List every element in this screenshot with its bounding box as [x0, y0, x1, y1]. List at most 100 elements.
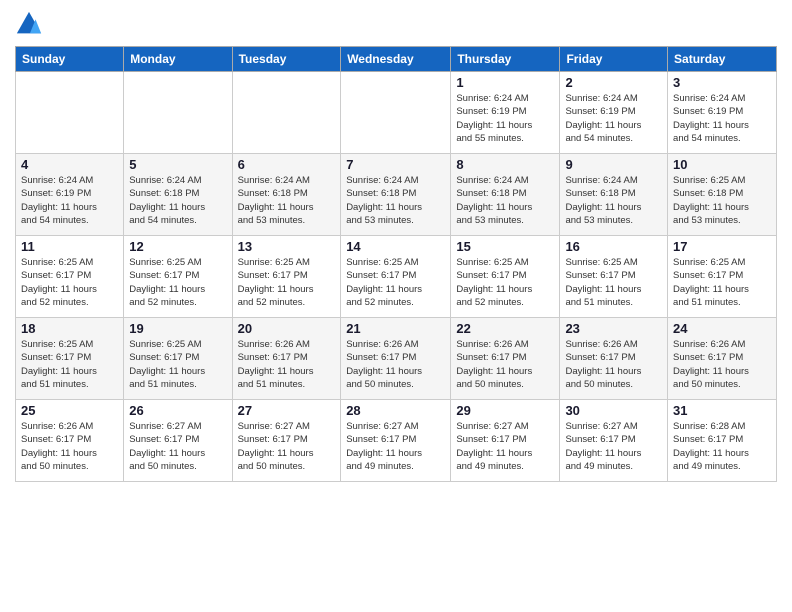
day-number: 12 — [129, 239, 226, 254]
calendar-cell: 1 Sunrise: 6:24 AMSunset: 6:19 PMDaylight… — [451, 72, 560, 154]
calendar-cell: 2 Sunrise: 6:24 AMSunset: 6:19 PMDaylight… — [560, 72, 668, 154]
calendar-cell: 4 Sunrise: 6:24 AMSunset: 6:19 PMDaylight… — [16, 154, 124, 236]
day-number: 18 — [21, 321, 118, 336]
day-info: Sunrise: 6:25 AMSunset: 6:17 PMDaylight:… — [129, 256, 226, 309]
day-info: Sunrise: 6:24 AMSunset: 6:18 PMDaylight:… — [238, 174, 336, 227]
day-number: 9 — [565, 157, 662, 172]
calendar-cell: 19 Sunrise: 6:25 AMSunset: 6:17 PMDayligh… — [124, 318, 232, 400]
day-info: Sunrise: 6:24 AMSunset: 6:19 PMDaylight:… — [565, 92, 662, 145]
day-info: Sunrise: 6:26 AMSunset: 6:17 PMDaylight:… — [21, 420, 118, 473]
day-info: Sunrise: 6:25 AMSunset: 6:17 PMDaylight:… — [129, 338, 226, 391]
calendar-cell — [124, 72, 232, 154]
day-number: 11 — [21, 239, 118, 254]
day-number: 26 — [129, 403, 226, 418]
day-info: Sunrise: 6:25 AMSunset: 6:17 PMDaylight:… — [21, 338, 118, 391]
calendar-cell: 15 Sunrise: 6:25 AMSunset: 6:17 PMDayligh… — [451, 236, 560, 318]
day-number: 3 — [673, 75, 771, 90]
day-number: 28 — [346, 403, 445, 418]
day-info: Sunrise: 6:28 AMSunset: 6:17 PMDaylight:… — [673, 420, 771, 473]
day-info: Sunrise: 6:25 AMSunset: 6:17 PMDaylight:… — [238, 256, 336, 309]
calendar-cell: 29 Sunrise: 6:27 AMSunset: 6:17 PMDayligh… — [451, 400, 560, 482]
day-header-wednesday: Wednesday — [341, 47, 451, 72]
logo — [15, 10, 45, 38]
calendar-cell — [341, 72, 451, 154]
day-info: Sunrise: 6:25 AMSunset: 6:17 PMDaylight:… — [565, 256, 662, 309]
day-number: 10 — [673, 157, 771, 172]
logo-icon — [15, 10, 43, 38]
day-info: Sunrise: 6:26 AMSunset: 6:17 PMDaylight:… — [346, 338, 445, 391]
day-info: Sunrise: 6:24 AMSunset: 6:18 PMDaylight:… — [456, 174, 554, 227]
calendar-week-5: 25 Sunrise: 6:26 AMSunset: 6:17 PMDayligh… — [16, 400, 777, 482]
day-info: Sunrise: 6:26 AMSunset: 6:17 PMDaylight:… — [565, 338, 662, 391]
day-number: 1 — [456, 75, 554, 90]
page: SundayMondayTuesdayWednesdayThursdayFrid… — [0, 0, 792, 612]
day-number: 13 — [238, 239, 336, 254]
day-header-friday: Friday — [560, 47, 668, 72]
calendar-cell: 9 Sunrise: 6:24 AMSunset: 6:18 PMDaylight… — [560, 154, 668, 236]
calendar-cell: 8 Sunrise: 6:24 AMSunset: 6:18 PMDaylight… — [451, 154, 560, 236]
day-number: 27 — [238, 403, 336, 418]
day-header-thursday: Thursday — [451, 47, 560, 72]
day-info: Sunrise: 6:24 AMSunset: 6:19 PMDaylight:… — [21, 174, 118, 227]
calendar-cell — [16, 72, 124, 154]
calendar-week-1: 1 Sunrise: 6:24 AMSunset: 6:19 PMDaylight… — [16, 72, 777, 154]
day-number: 19 — [129, 321, 226, 336]
calendar-cell: 18 Sunrise: 6:25 AMSunset: 6:17 PMDayligh… — [16, 318, 124, 400]
calendar-cell: 24Sunrise: 6:26 AMSunset: 6:17 PMDayligh… — [668, 318, 777, 400]
calendar-cell: 30 Sunrise: 6:27 AMSunset: 6:17 PMDayligh… — [560, 400, 668, 482]
day-number: 29 — [456, 403, 554, 418]
day-number: 21 — [346, 321, 445, 336]
day-number: 7 — [346, 157, 445, 172]
calendar-cell: 6 Sunrise: 6:24 AMSunset: 6:18 PMDaylight… — [232, 154, 341, 236]
day-number: 15 — [456, 239, 554, 254]
day-info: Sunrise: 6:25 AMSunset: 6:17 PMDaylight:… — [346, 256, 445, 309]
day-info: Sunrise: 6:27 AMSunset: 6:17 PMDaylight:… — [346, 420, 445, 473]
calendar-cell: 16 Sunrise: 6:25 AMSunset: 6:17 PMDayligh… — [560, 236, 668, 318]
calendar-cell: 17Sunrise: 6:25 AMSunset: 6:17 PMDayligh… — [668, 236, 777, 318]
day-number: 2 — [565, 75, 662, 90]
calendar-table: SundayMondayTuesdayWednesdayThursdayFrid… — [15, 46, 777, 482]
day-info: Sunrise: 6:24 AMSunset: 6:18 PMDaylight:… — [129, 174, 226, 227]
day-number: 8 — [456, 157, 554, 172]
day-info: Sunrise: 6:25 AMSunset: 6:17 PMDaylight:… — [456, 256, 554, 309]
calendar-cell — [232, 72, 341, 154]
day-info: Sunrise: 6:24 AMSunset: 6:18 PMDaylight:… — [346, 174, 445, 227]
day-header-tuesday: Tuesday — [232, 47, 341, 72]
header — [15, 10, 777, 38]
day-info: Sunrise: 6:27 AMSunset: 6:17 PMDaylight:… — [129, 420, 226, 473]
day-info: Sunrise: 6:24 AMSunset: 6:19 PMDaylight:… — [673, 92, 771, 145]
day-number: 30 — [565, 403, 662, 418]
calendar-cell: 26 Sunrise: 6:27 AMSunset: 6:17 PMDayligh… — [124, 400, 232, 482]
calendar-week-3: 11 Sunrise: 6:25 AMSunset: 6:17 PMDayligh… — [16, 236, 777, 318]
calendar-cell: 25 Sunrise: 6:26 AMSunset: 6:17 PMDayligh… — [16, 400, 124, 482]
calendar-cell: 13 Sunrise: 6:25 AMSunset: 6:17 PMDayligh… — [232, 236, 341, 318]
day-number: 22 — [456, 321, 554, 336]
day-info: Sunrise: 6:24 AMSunset: 6:19 PMDaylight:… — [456, 92, 554, 145]
day-number: 31 — [673, 403, 771, 418]
day-info: Sunrise: 6:26 AMSunset: 6:17 PMDaylight:… — [456, 338, 554, 391]
day-info: Sunrise: 6:27 AMSunset: 6:17 PMDaylight:… — [456, 420, 554, 473]
day-info: Sunrise: 6:27 AMSunset: 6:17 PMDaylight:… — [565, 420, 662, 473]
day-header-sunday: Sunday — [16, 47, 124, 72]
day-number: 14 — [346, 239, 445, 254]
day-header-monday: Monday — [124, 47, 232, 72]
calendar-cell: 10Sunrise: 6:25 AMSunset: 6:18 PMDayligh… — [668, 154, 777, 236]
day-number: 16 — [565, 239, 662, 254]
day-number: 17 — [673, 239, 771, 254]
day-number: 6 — [238, 157, 336, 172]
calendar-cell: 14 Sunrise: 6:25 AMSunset: 6:17 PMDayligh… — [341, 236, 451, 318]
day-number: 4 — [21, 157, 118, 172]
calendar-cell: 12 Sunrise: 6:25 AMSunset: 6:17 PMDayligh… — [124, 236, 232, 318]
calendar-week-2: 4 Sunrise: 6:24 AMSunset: 6:19 PMDaylight… — [16, 154, 777, 236]
calendar-week-4: 18 Sunrise: 6:25 AMSunset: 6:17 PMDayligh… — [16, 318, 777, 400]
calendar-cell: 11Sunrise: 6:25 AMSunset: 6:17 PMDayligh… — [16, 236, 124, 318]
calendar-cell: 28 Sunrise: 6:27 AMSunset: 6:17 PMDayligh… — [341, 400, 451, 482]
calendar-header-row: SundayMondayTuesdayWednesdayThursdayFrid… — [16, 47, 777, 72]
calendar-cell: 5Sunrise: 6:24 AMSunset: 6:18 PMDaylight… — [124, 154, 232, 236]
day-number: 25 — [21, 403, 118, 418]
calendar-cell: 23Sunrise: 6:26 AMSunset: 6:17 PMDayligh… — [560, 318, 668, 400]
day-info: Sunrise: 6:24 AMSunset: 6:18 PMDaylight:… — [565, 174, 662, 227]
calendar-cell: 20Sunrise: 6:26 AMSunset: 6:17 PMDayligh… — [232, 318, 341, 400]
day-number: 24 — [673, 321, 771, 336]
calendar-cell: 21 Sunrise: 6:26 AMSunset: 6:17 PMDayligh… — [341, 318, 451, 400]
